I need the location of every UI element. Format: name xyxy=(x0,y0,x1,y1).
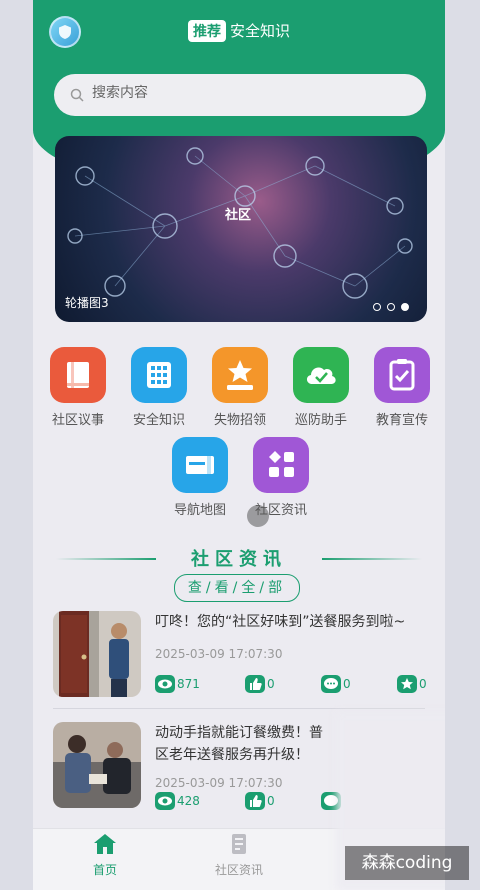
news-item[interactable]: 叮咚！您的“社区好味到”送餐服务到啦~ 2025-03-09 17:07:30 … xyxy=(53,611,427,699)
eye-icon xyxy=(155,792,175,810)
cloud-check-icon xyxy=(293,347,349,403)
tab-home[interactable]: 首页 xyxy=(65,833,145,878)
tab-community-news[interactable]: 社区资讯 xyxy=(199,833,279,878)
network-graphic xyxy=(67,147,413,299)
views-count: 428 xyxy=(177,794,200,808)
grid-item-patrol-assistant[interactable]: 巡防助手 xyxy=(291,347,351,428)
comments-stat[interactable]: 0 xyxy=(321,675,351,696)
recommend-tag[interactable]: 推荐 xyxy=(187,20,226,42)
comment-icon xyxy=(321,675,341,693)
home-icon xyxy=(94,834,116,854)
views-count: 871 xyxy=(177,677,200,691)
header-title: 推荐 安全知识 xyxy=(33,20,445,42)
news-headline: 叮咚！您的“社区好味到”送餐服务到啦~ xyxy=(155,614,406,630)
grid-item-community-discussion[interactable]: 社区议事 xyxy=(48,347,108,428)
section-divider-left xyxy=(56,558,156,560)
section-header: 社区资讯 xyxy=(33,545,445,571)
grid-label: 巡防助手 xyxy=(294,413,347,428)
likes-stat[interactable]: 0 xyxy=(245,675,275,696)
grid-label: 教育宣传 xyxy=(375,413,428,428)
search-icon xyxy=(70,88,84,102)
carousel-dots xyxy=(367,296,409,315)
banner-center-label: 社区 xyxy=(225,208,252,223)
header-title-text: 安全知识 xyxy=(229,22,290,40)
favorites-count: 0 xyxy=(419,677,427,691)
news-time: 2025-03-09 17:07:30 xyxy=(155,776,283,790)
carousel-dot-active[interactable] xyxy=(401,303,409,311)
grid-item-safety-knowledge[interactable]: 安全知识 xyxy=(129,347,189,428)
star-icon xyxy=(397,675,417,693)
star-box-icon xyxy=(212,347,268,403)
news-thumbnail xyxy=(53,722,141,808)
news-divider xyxy=(53,708,425,709)
grid-apps-icon xyxy=(253,437,309,493)
likes-stat[interactable]: 0 xyxy=(245,792,275,813)
likes-count: 0 xyxy=(267,677,275,691)
tab-label: 社区资讯 xyxy=(214,863,263,877)
carousel-dot[interactable] xyxy=(373,303,381,311)
news-time: 2025-03-09 17:07:30 xyxy=(155,647,283,661)
news-thumbnail xyxy=(53,611,141,697)
touch-indicator xyxy=(247,505,269,527)
views-stat: 871 xyxy=(155,675,200,696)
tab-label: 首页 xyxy=(92,863,117,877)
grid-item-education[interactable]: 教育宣传 xyxy=(372,347,432,428)
grid-label: 安全知识 xyxy=(132,413,185,428)
map-card-icon xyxy=(172,437,228,493)
grid-label: 失物招领 xyxy=(213,413,266,428)
news-stats: 871 0 0 0 xyxy=(155,675,427,695)
eye-icon xyxy=(155,675,175,693)
likes-count: 0 xyxy=(267,794,275,808)
banner-carousel[interactable]: 社区 轮播图3 xyxy=(55,136,427,322)
watermark: 森森coding xyxy=(345,846,469,880)
clipboard-check-icon xyxy=(374,347,430,403)
book-icon xyxy=(50,347,106,403)
document-icon xyxy=(232,834,246,854)
section-divider-right xyxy=(322,558,422,560)
view-all-button[interactable]: 查/看/全/部 xyxy=(174,574,300,602)
views-stat: 428 xyxy=(155,792,200,813)
comments-count: 0 xyxy=(343,677,351,691)
grid-item-navigation-map[interactable]: 导航地图 xyxy=(170,437,230,518)
phone-screen: 推荐安全知识 社区 轮播图3 xyxy=(33,0,445,890)
grid-label: 导航地图 xyxy=(173,503,226,518)
carousel-dot[interactable] xyxy=(387,303,395,311)
calculator-icon xyxy=(131,347,187,403)
thumbs-up-icon xyxy=(245,675,265,693)
search-bar[interactable] xyxy=(54,74,426,116)
section-title: 社区资讯 xyxy=(191,549,287,570)
favorites-stat[interactable]: 0 xyxy=(397,675,427,696)
grid-item-lost-and-found[interactable]: 失物招领 xyxy=(210,347,270,428)
banner-caption: 轮播图3 xyxy=(65,296,109,310)
search-input[interactable] xyxy=(90,84,394,102)
grid-label: 社区议事 xyxy=(51,413,104,428)
thumbs-up-icon xyxy=(245,792,265,810)
